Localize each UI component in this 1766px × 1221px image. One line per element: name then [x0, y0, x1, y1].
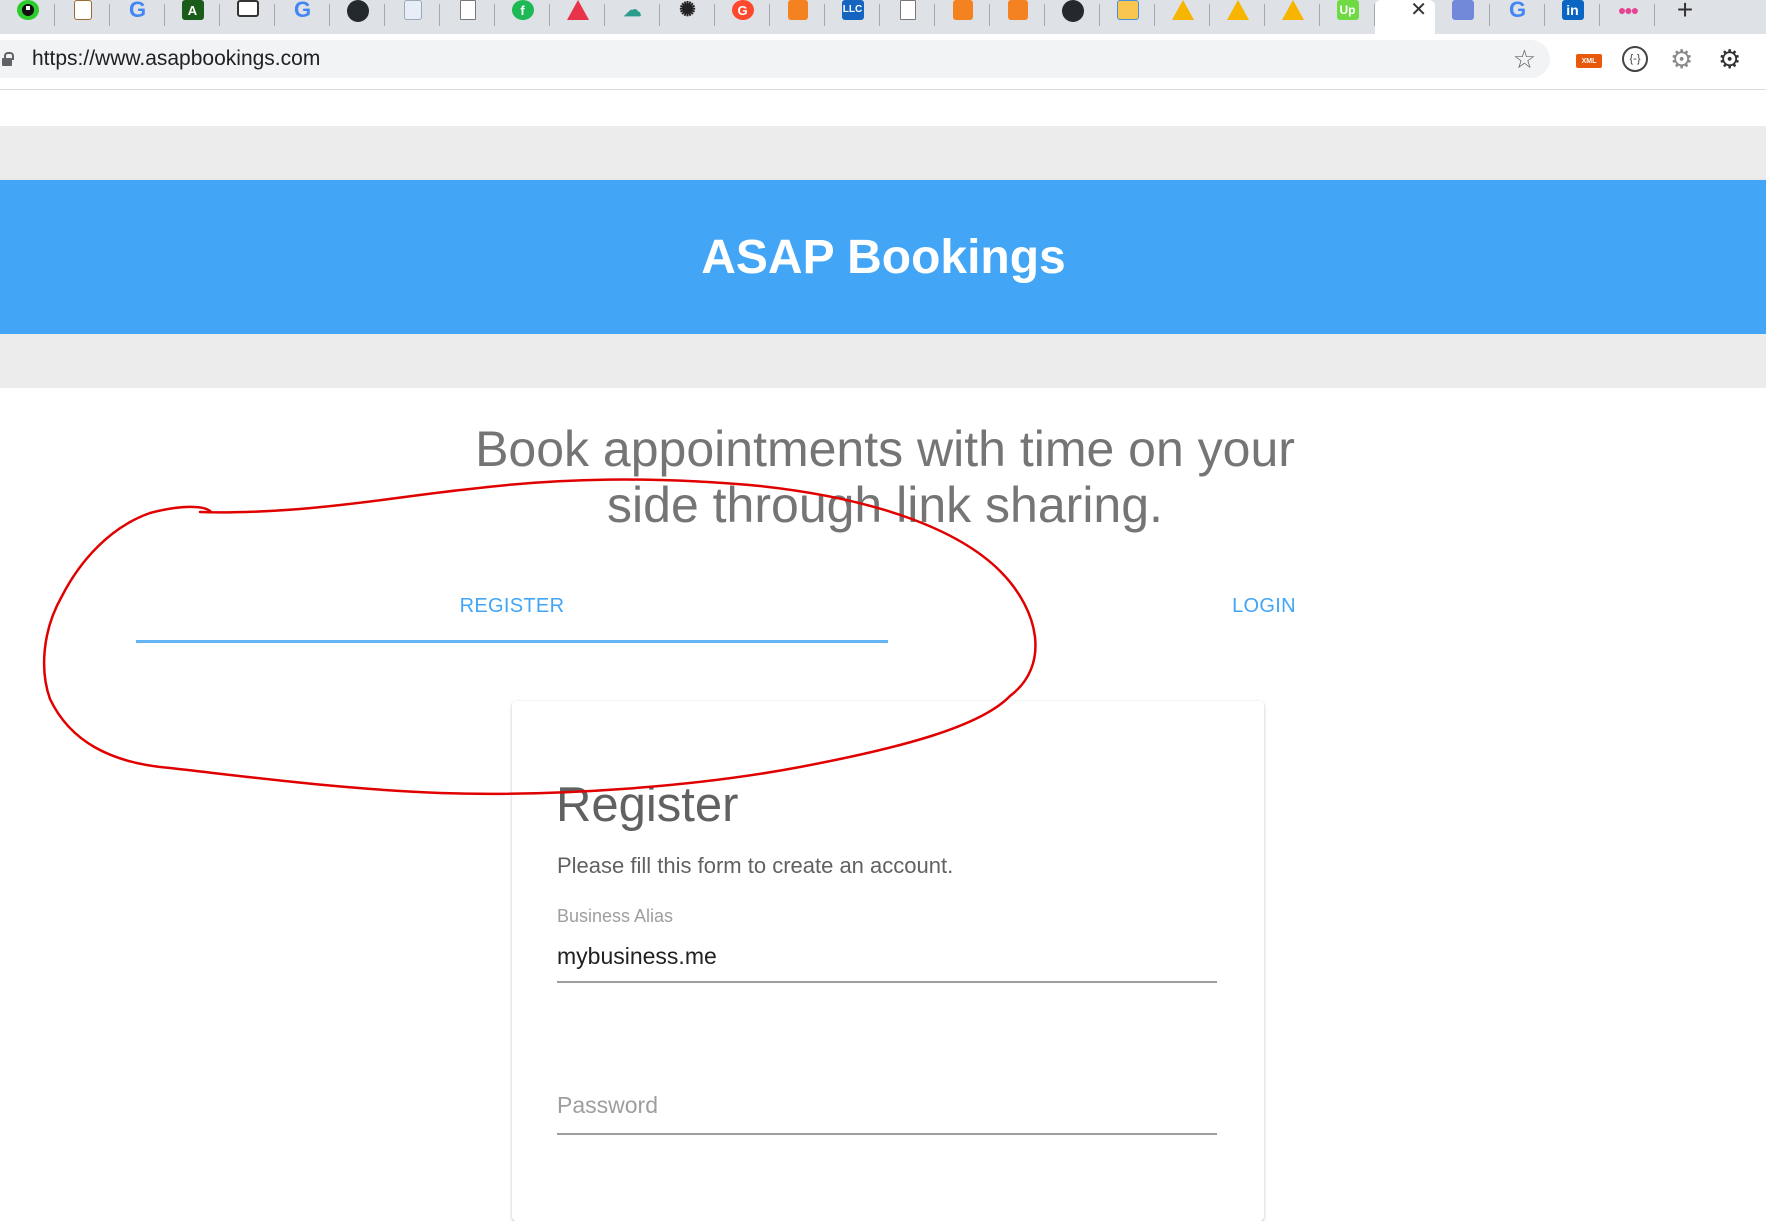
- browser-toolbar: https://www.asapbookings.com ☆ XML {-} ⚙…: [0, 34, 1766, 90]
- aws-box-icon: [787, 0, 808, 20]
- browser-tab[interactable]: [880, 0, 935, 34]
- browser-tab[interactable]: [1100, 0, 1155, 34]
- red-triangle-icon: [566, 0, 589, 20]
- active-tab-indicator: [136, 640, 888, 643]
- hero-banner: ASAP Bookings: [0, 180, 1766, 334]
- github-icon: [1061, 0, 1084, 22]
- upwork-icon: Up: [1336, 0, 1359, 20]
- close-icon[interactable]: ✕: [1410, 0, 1427, 20]
- lock-icon[interactable]: [2, 52, 14, 66]
- bookmark-star-icon[interactable]: ☆: [1513, 44, 1536, 74]
- cloud-upload-icon: ☁: [623, 0, 642, 20]
- site-title: ASAP Bookings: [701, 230, 1066, 284]
- field-underline: [557, 981, 1217, 983]
- tagline: Book appointments with time on your side…: [430, 421, 1340, 533]
- browser-tab[interactable]: G: [110, 0, 165, 34]
- gear-icon[interactable]: ⚙: [1670, 44, 1693, 74]
- browser-tab[interactable]: [935, 0, 990, 34]
- code-circle-icon[interactable]: {-}: [1622, 46, 1648, 72]
- browser-tab[interactable]: [55, 0, 110, 34]
- browser-tab[interactable]: [1265, 0, 1320, 34]
- browser-tab[interactable]: ●●●: [1600, 0, 1655, 34]
- url-text[interactable]: https://www.asapbookings.com: [32, 47, 320, 71]
- github-icon: [346, 0, 369, 22]
- aws-box-icon: [952, 0, 973, 20]
- g2-icon: G: [731, 0, 754, 20]
- browser-tab[interactable]: G: [1490, 0, 1545, 34]
- browser-tab[interactable]: [0, 0, 55, 34]
- browser-tab[interactable]: [1155, 0, 1210, 34]
- aws-box-icon: [1007, 0, 1028, 20]
- browser-tab[interactable]: [1210, 0, 1265, 34]
- header-band: [0, 126, 1766, 180]
- register-card: Register Please fill this form to create…: [512, 701, 1264, 1221]
- warning-triangle-icon: [1226, 0, 1249, 20]
- google-icon: G: [128, 0, 147, 22]
- browser-tab[interactable]: f: [495, 0, 550, 34]
- header-band: [0, 334, 1766, 388]
- google-icon: G: [293, 0, 312, 22]
- book-icon: [1116, 0, 1139, 20]
- tagline-line: side through link sharing.: [607, 477, 1163, 533]
- password-input[interactable]: [557, 1085, 1217, 1125]
- google-icon: G: [1508, 0, 1527, 22]
- tab-register[interactable]: REGISTER: [136, 579, 888, 633]
- browser-tab[interactable]: G: [275, 0, 330, 34]
- browser-tab[interactable]: [770, 0, 825, 34]
- browser-tab[interactable]: [990, 0, 1045, 34]
- xml-icon[interactable]: XML: [1576, 54, 1602, 68]
- browser-tab[interactable]: [550, 0, 605, 34]
- green-circle-icon: f: [511, 0, 534, 20]
- settings-gear-icon[interactable]: ⚙: [1718, 44, 1741, 74]
- browser-tab[interactable]: [440, 0, 495, 34]
- browser-tab-strip: G A G f ☁ ✺ G LLC Up ✕ G in ●●● +: [0, 0, 1766, 34]
- browser-tab[interactable]: in: [1545, 0, 1600, 34]
- field-underline: [557, 1133, 1217, 1135]
- id-card-icon: [236, 0, 259, 17]
- tab-login[interactable]: LOGIN: [888, 579, 1640, 633]
- business-alias-label: Business Alias: [557, 906, 674, 926]
- address-bar[interactable]: https://www.asapbookings.com ☆: [0, 40, 1550, 78]
- warning-triangle-icon: [1171, 0, 1194, 20]
- blank-page-icon: [459, 0, 476, 20]
- business-alias-input[interactable]: [557, 936, 1217, 976]
- new-tab-button[interactable]: +: [1655, 0, 1715, 34]
- linkedin-icon: in: [1561, 0, 1584, 20]
- discord-icon: [1451, 0, 1474, 20]
- browser-tab[interactable]: [1045, 0, 1100, 34]
- sheet-icon: [403, 0, 422, 20]
- card-subtitle: Please fill this form to create an accou…: [557, 853, 954, 878]
- spinner-icon: ✺: [679, 0, 696, 21]
- browser-tab[interactable]: G: [715, 0, 770, 34]
- browser-tab-active[interactable]: ✕: [1375, 0, 1435, 34]
- document-icon: [73, 0, 92, 20]
- browser-tab[interactable]: [220, 0, 275, 34]
- warning-triangle-icon: [1281, 0, 1304, 20]
- browser-tab[interactable]: ☁: [605, 0, 660, 34]
- card-title: Register: [556, 778, 739, 832]
- dots-icon: ●●●: [1617, 2, 1639, 18]
- browser-tab[interactable]: LLC: [825, 0, 880, 34]
- browser-tab[interactable]: Up: [1320, 0, 1375, 34]
- browser-tab[interactable]: [385, 0, 440, 34]
- blank-page-icon: [899, 0, 916, 20]
- tagline-line: Book appointments with time on your: [475, 421, 1295, 477]
- page-content: ASAP Bookings Book appointments with tim…: [0, 91, 1766, 1221]
- llc-icon: LLC: [841, 0, 864, 20]
- browser-tab[interactable]: [330, 0, 385, 34]
- browser-tab[interactable]: [1435, 0, 1490, 34]
- android-studio-icon: A: [181, 0, 204, 20]
- pacman-icon: [16, 0, 39, 20]
- browser-tab[interactable]: ✺: [660, 0, 715, 34]
- browser-tab[interactable]: A: [165, 0, 220, 34]
